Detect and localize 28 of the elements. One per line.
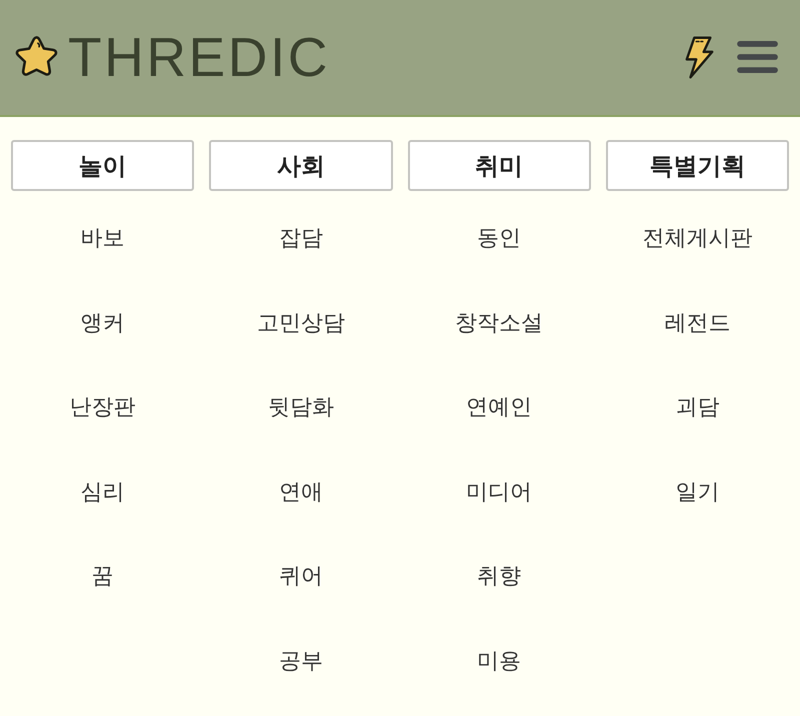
board-link[interactable]: 연예인 <box>408 365 591 450</box>
menu-icon[interactable] <box>737 41 778 74</box>
category-header: 취미 <box>408 140 591 191</box>
board-link[interactable]: 취향 <box>408 534 591 618</box>
board-link[interactable]: 공부 <box>209 618 392 703</box>
board-link[interactable]: 미용 <box>408 618 591 703</box>
lightning-icon[interactable] <box>683 35 715 80</box>
board-link[interactable]: 잡담 <box>209 196 392 280</box>
board-link[interactable]: 바보 <box>11 196 194 280</box>
board-link[interactable]: 뒷담화 <box>209 365 392 450</box>
board-link[interactable]: 동인 <box>408 196 591 280</box>
category-header: 사회 <box>209 140 392 191</box>
board-link[interactable]: 전체게시판 <box>606 196 789 280</box>
board-link[interactable]: 연애 <box>209 450 392 534</box>
board-link[interactable]: 미디어 <box>408 450 591 534</box>
board-link[interactable]: 난장판 <box>11 365 194 450</box>
board-link[interactable]: 앵커 <box>11 280 194 365</box>
logo-link[interactable]: THREDIC <box>13 30 330 85</box>
category-header: 특별기획 <box>606 140 789 191</box>
board-link[interactable]: 퀴어 <box>209 534 392 618</box>
board-link[interactable]: 창작소설 <box>408 280 591 365</box>
board-link[interactable]: 꿈 <box>11 534 194 618</box>
board-link[interactable]: 레전드 <box>606 280 789 365</box>
board-link[interactable]: 괴담 <box>606 365 789 450</box>
board-link[interactable]: 고민상담 <box>209 280 392 365</box>
board-link[interactable]: 일기 <box>606 450 789 534</box>
category-header: 놀이 <box>11 140 194 191</box>
board-link[interactable]: 심리 <box>11 450 194 534</box>
